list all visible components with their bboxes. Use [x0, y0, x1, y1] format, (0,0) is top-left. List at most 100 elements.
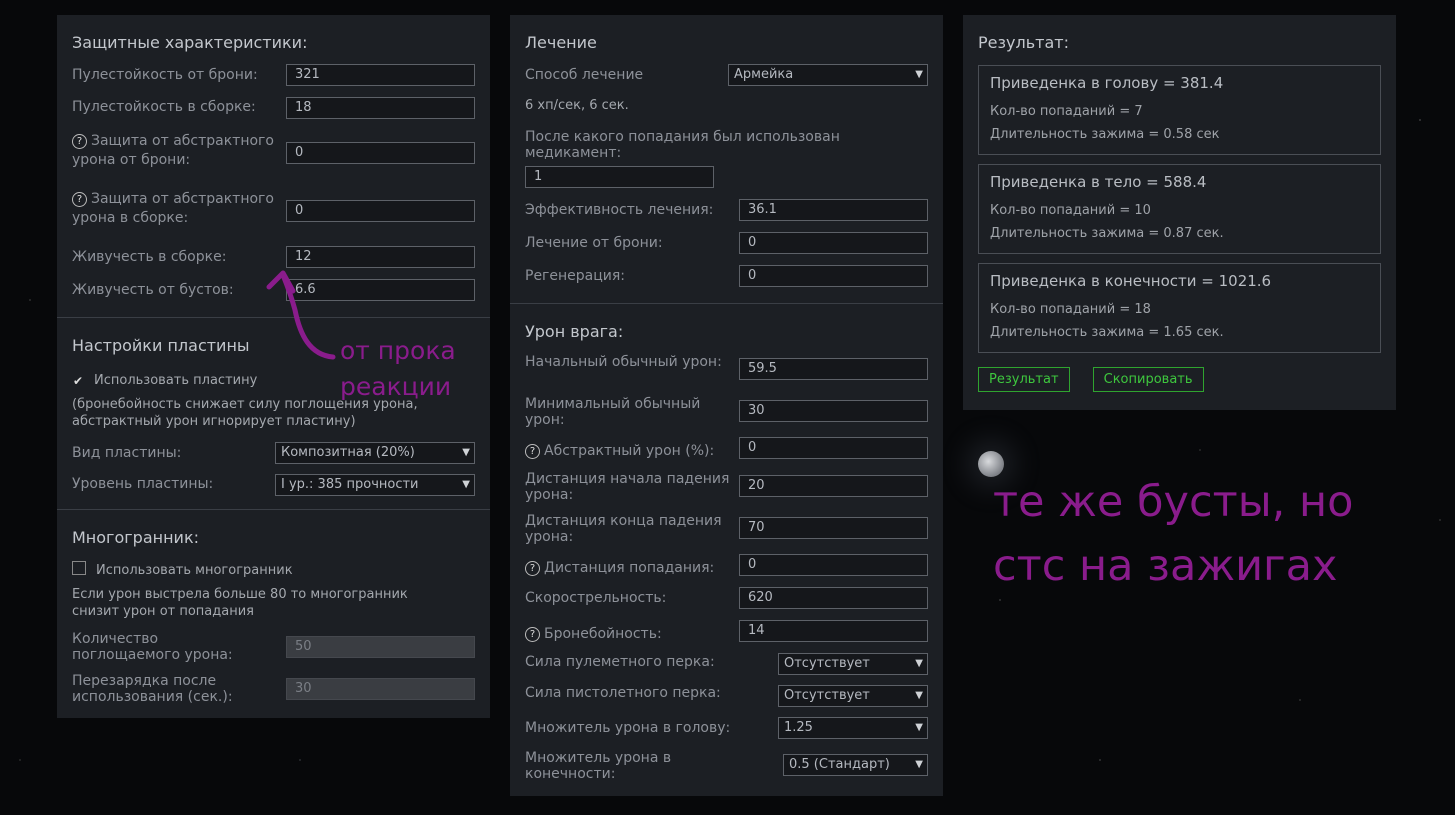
armor-bullet-res-label: Пулестойкость от брони:	[72, 67, 258, 83]
falloff-start-label: Дистанция начала падения урона:	[525, 471, 730, 503]
abstract-damage-label: Абстрактный урон (%):	[544, 443, 715, 459]
penetration-label-wrap: ? Бронебойность:	[525, 623, 662, 642]
fire-rate-input[interactable]: 620	[739, 587, 928, 609]
reload-input: 30	[286, 678, 475, 700]
annotation-proc-line2: реакции	[340, 372, 452, 401]
hit-distance-label: Дистанция попадания:	[544, 560, 715, 576]
reload-label: Перезарядка после использования (сек.):	[72, 673, 233, 705]
use-polyhedron-label: Использовать многогранник	[96, 563, 293, 578]
use-polyhedron-row[interactable]: Использовать многогранник	[72, 559, 293, 579]
armor-heal-input[interactable]: 0	[739, 232, 928, 254]
result-body-title: Приведенка в тело = 588.4	[990, 173, 1207, 191]
polyhedron-title: Многогранник:	[72, 528, 199, 547]
falloff-end-input[interactable]: 70	[739, 517, 928, 539]
plate-level-label: Уровень пластины:	[72, 476, 214, 492]
build-bullet-res-input[interactable]: 18	[286, 97, 475, 119]
plate-level-select[interactable]: I ур.: 385 прочности ▼	[275, 474, 475, 496]
min-damage-label: Минимальный обычный урон:	[525, 396, 701, 428]
plate-type-label: Вид пластины:	[72, 445, 182, 461]
regen-label: Регенерация:	[525, 268, 626, 284]
result-head-hits: Кол-во попаданий = 7	[990, 104, 1143, 119]
polyhedron-note: Если урон выстрела больше 80 то многогра…	[72, 587, 408, 619]
pistol-perk-value: Отсутствует	[784, 688, 870, 703]
annotation-boost-line1: те же бусты, но	[993, 477, 1354, 527]
plate-type-select[interactable]: Композитная (20%) ▼	[275, 442, 475, 464]
result-title: Результат:	[978, 33, 1069, 52]
head-mult-label: Множитель урона в голову:	[525, 720, 731, 736]
falloff-start-input[interactable]: 20	[739, 475, 928, 497]
fire-rate-label: Скорострельность:	[525, 590, 667, 606]
heal-method-select[interactable]: Армейка ▼	[728, 64, 928, 86]
abstract-armor-input[interactable]: 0	[286, 142, 475, 164]
falloff-end-label: Дистанция конца падения урона:	[525, 513, 722, 545]
min-damage-input[interactable]: 30	[739, 400, 928, 422]
abstract-armor-label-wrap: ? Защита от абстрактного урона от брони:	[72, 130, 277, 168]
pistol-perk-label: Сила пистолетного перка:	[525, 685, 721, 701]
healing-section: Лечение Способ лечение Армейка ▼ 6 хп/сек…	[510, 15, 943, 304]
hit-distance-label-wrap: ? Дистанция попадания:	[525, 557, 714, 576]
use-plate-label: Использовать пластину	[94, 373, 258, 388]
abstract-damage-label-wrap: ? Абстрактный урон (%):	[525, 440, 714, 459]
healing-title: Лечение	[525, 33, 597, 52]
abstract-armor-label: Защита от абстрактного урона от брони:	[72, 133, 274, 168]
penetration-input[interactable]: 14	[739, 620, 928, 642]
head-mult-value: 1.25	[784, 720, 813, 735]
plate-title: Настройки пластины	[72, 336, 250, 355]
healing-enemy-panel: Лечение Способ лечение Армейка ▼ 6 хп/сек…	[510, 15, 943, 796]
efficiency-input[interactable]: 36.1	[739, 199, 928, 221]
vitality-boost-label: Живучесть от бустов:	[72, 282, 234, 298]
result-body-hits: Кол-во попаданий = 10	[990, 203, 1151, 218]
head-mult-select[interactable]: 1.25 ▼	[778, 717, 928, 739]
regen-input[interactable]: 0	[739, 265, 928, 287]
limb-mult-select[interactable]: 0.5 (Стандарт) ▼	[783, 754, 928, 776]
question-icon[interactable]: ?	[525, 627, 540, 642]
question-icon[interactable]: ?	[72, 192, 87, 207]
result-head-title: Приведенка в голову = 381.4	[990, 74, 1224, 92]
base-damage-label: Начальный обычный урон:	[525, 354, 722, 370]
mg-perk-select[interactable]: Отсутствует ▼	[778, 653, 928, 675]
abstract-build-label: Защита от абстрактного урона в сборке:	[72, 191, 274, 226]
result-limbs-title: Приведенка в конечности = 1021.6	[990, 272, 1272, 290]
mg-perk-label: Сила пулеметного перка:	[525, 654, 715, 670]
base-damage-input[interactable]: 59.5	[739, 358, 928, 380]
result-box-body: Приведенка в тело = 588.4 Кол-во попадан…	[978, 164, 1381, 254]
result-box-head: Приведенка в голову = 381.4 Кол-во попад…	[978, 65, 1381, 155]
absorb-input: 50	[286, 636, 475, 658]
plate-type-value: Композитная (20%)	[281, 445, 415, 460]
heal-method-label: Способ лечение	[525, 67, 644, 83]
annotation-boost-text: те же бусты, но стс на зажигах	[993, 470, 1353, 598]
abstract-damage-input[interactable]: 0	[739, 437, 928, 459]
result-panel: Результат: Приведенка в голову = 381.4 К…	[963, 15, 1396, 410]
penetration-label: Бронебойность:	[544, 626, 662, 642]
use-polyhedron-checkbox[interactable]	[72, 561, 86, 575]
result-button[interactable]: Результат	[978, 367, 1070, 392]
pistol-perk-select[interactable]: Отсутствует ▼	[778, 685, 928, 707]
question-icon[interactable]: ?	[72, 134, 87, 149]
armor-bullet-res-input[interactable]: 321	[286, 64, 475, 86]
polyhedron-section: Многогранник: Использовать многогранник …	[57, 510, 490, 720]
defense-title: Защитные характеристики:	[72, 33, 308, 52]
chevron-down-icon: ▼	[462, 447, 470, 458]
hit-distance-input[interactable]: 0	[739, 554, 928, 576]
after-hit-label: После какого попадания был использован м…	[525, 129, 840, 161]
mg-perk-value: Отсутствует	[784, 656, 870, 671]
after-hit-input[interactable]: 1	[525, 166, 714, 188]
result-head-duration: Длительность зажима = 0.58 сек	[990, 127, 1220, 142]
absorb-label: Количество поглощаемого урона:	[72, 631, 233, 663]
chevron-down-icon: ▼	[915, 759, 923, 770]
limb-mult-value: 0.5 (Стандарт)	[789, 757, 890, 772]
vitality-build-label: Живучесть в сборке:	[72, 249, 227, 265]
result-buttons: Результат Скопировать	[978, 367, 1381, 392]
annotation-proc-text: от прока реакции	[340, 333, 456, 405]
use-plate-row[interactable]: ✔ Использовать пластину	[72, 369, 257, 389]
chevron-down-icon: ▼	[915, 722, 923, 733]
abstract-build-input[interactable]: 0	[286, 200, 475, 222]
annotation-arrow-icon	[266, 270, 336, 360]
plate-level-value: I ур.: 385 прочности	[281, 477, 419, 492]
result-box-limbs: Приведенка в конечности = 1021.6 Кол-во …	[978, 263, 1381, 353]
result-limbs-duration: Длительность зажима = 1.65 сек.	[990, 325, 1224, 340]
use-plate-checkbox[interactable]: ✔	[72, 375, 84, 387]
question-icon[interactable]: ?	[525, 444, 540, 459]
question-icon[interactable]: ?	[525, 561, 540, 576]
copy-button[interactable]: Скопировать	[1092, 367, 1204, 392]
